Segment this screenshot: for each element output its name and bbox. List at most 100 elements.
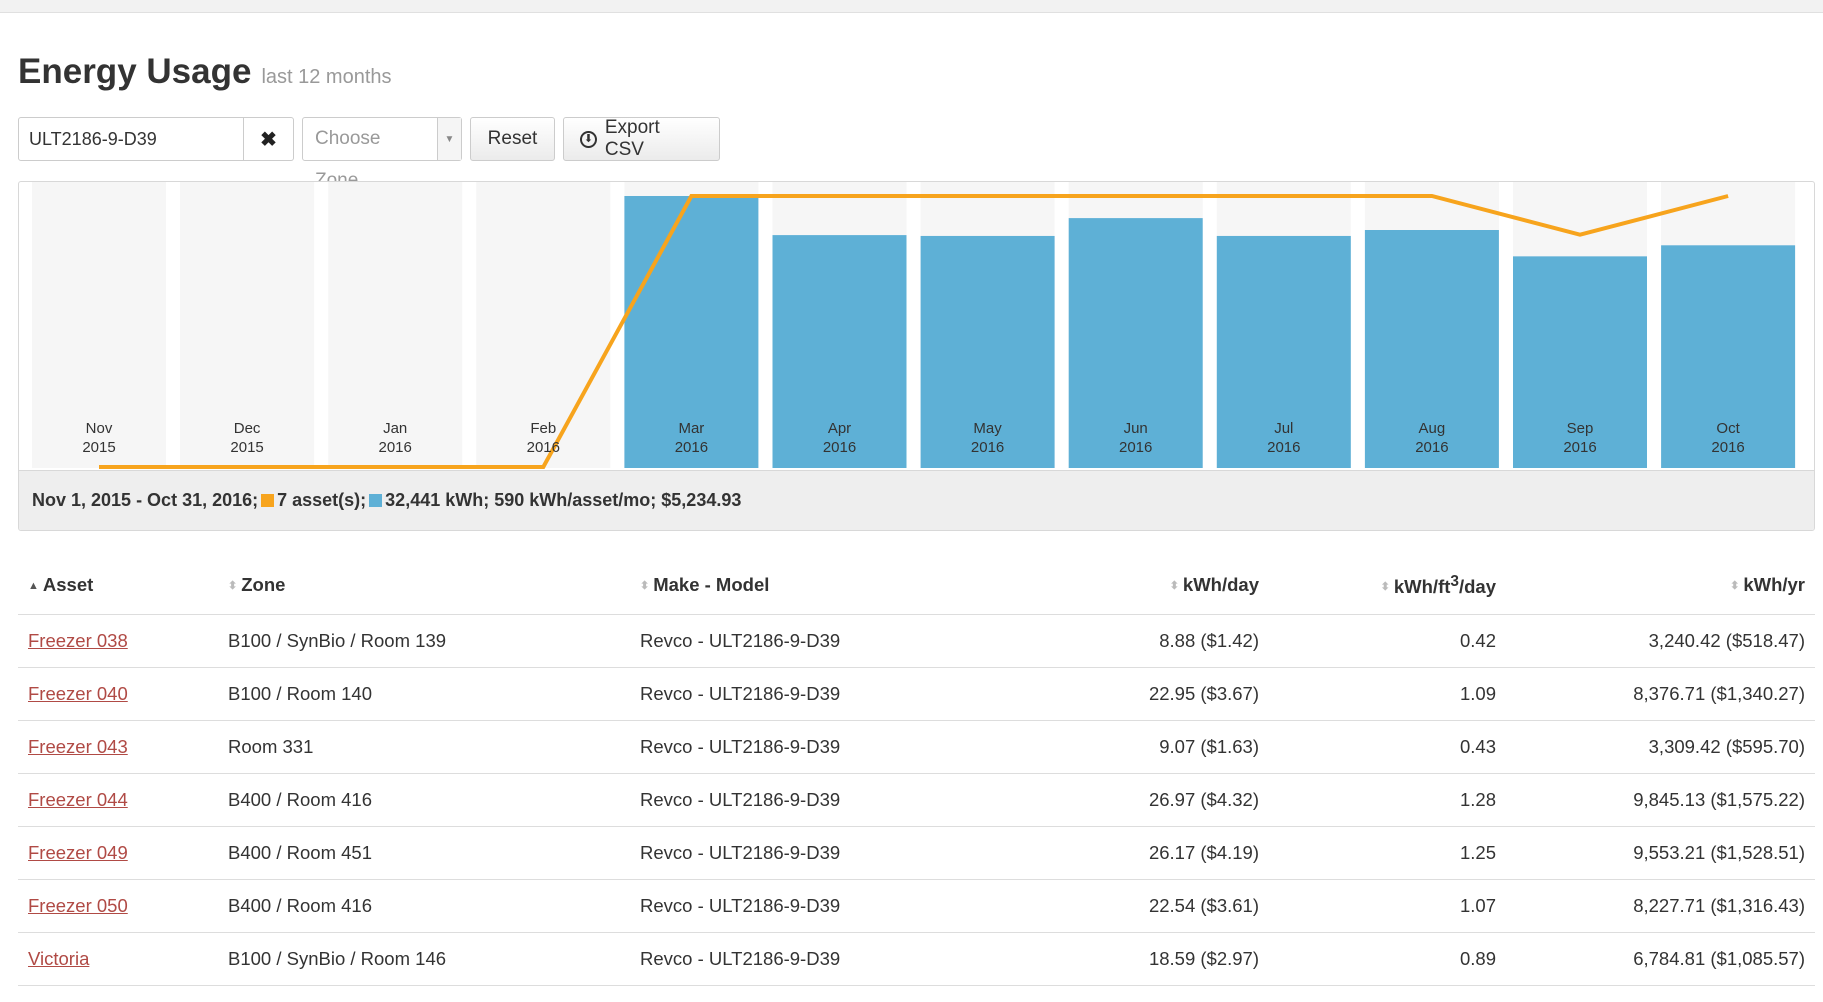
export-csv-button[interactable]: ⬇ Export CSV — [563, 117, 720, 161]
zone-select-placeholder: Choose Zone — [315, 128, 381, 191]
table-row: Freezer 038 B100 / SynBio / Room 139 Revco… — [18, 614, 1815, 668]
kwh-ft3-day-cell: 0.42 — [1259, 614, 1496, 668]
chart-x-tick-month: Sep — [1567, 420, 1594, 437]
kwh-day-cell: 18.59 ($2.97) — [1044, 932, 1259, 986]
make-model-cell: Revco - ULT2186-9-D39 — [640, 932, 1044, 986]
reset-button-label: Reset — [487, 128, 538, 149]
kwh-ft3-day-cell: 1.25 — [1259, 826, 1496, 880]
zone-cell: B100 / SynBio / Room 139 — [228, 614, 640, 668]
kwh-ft3-day-cell: 1.07 — [1259, 879, 1496, 933]
sort-asc-icon: ▲ — [28, 579, 39, 592]
chart-x-tick-month: Mar — [678, 420, 704, 437]
kwh-ft3-day-cell: 0.89 — [1259, 932, 1496, 986]
zone-cell: B400 / Room 416 — [228, 879, 640, 933]
sort-icon: ⬍ — [1730, 579, 1740, 592]
asset-link[interactable]: Freezer 038 — [28, 630, 128, 651]
column-header-zone[interactable]: ⬍ Zone — [228, 557, 640, 615]
kwh-ft3-day-cell: 0.43 — [1259, 720, 1496, 774]
kwh-day-cell: 9.07 ($1.63) — [1044, 720, 1259, 774]
zone-cell: Room 331 — [228, 720, 640, 774]
column-header-zone-label: Zone — [241, 574, 286, 596]
asset-cell: Freezer 050 — [18, 879, 228, 933]
asset-table-container: ▲ Asset ⬍ Zone ⬍ Make - Model ⬍ kWh/day ⬍ kWh… — [18, 557, 1815, 986]
asset-cell: Freezer 043 — [18, 720, 228, 774]
chart-x-tick-year: 2016 — [823, 439, 856, 456]
kwh-day-cell: 26.17 ($4.19) — [1044, 826, 1259, 880]
chart-x-tick-year: 2016 — [1267, 439, 1300, 456]
zone-cell: B100 / SynBio / Room 146 — [228, 932, 640, 986]
kwh-yr-cell: 3,240.42 ($518.47) — [1496, 614, 1815, 668]
column-header-kwh-ft3-day[interactable]: ⬍ kWh/ft3/day — [1259, 557, 1496, 615]
energy-chart-panel: Nov 2015 Dec 2015 Jan 2016 Feb 2016 Mar 2016 Apr 20… — [18, 181, 1815, 531]
reset-button[interactable]: Reset — [470, 117, 555, 161]
chart-x-tick-month: Aug — [1419, 420, 1446, 437]
chart-x-tick-month: Jul — [1274, 420, 1293, 437]
column-header-kwh-yr-label: kWh/yr — [1743, 574, 1805, 596]
column-header-kwh-ft-sup: 3 — [1450, 572, 1459, 590]
page-title: Energy Usage — [18, 52, 252, 91]
asset-link[interactable]: Victoria — [28, 948, 89, 969]
asset-cell: Freezer 040 — [18, 667, 228, 721]
page-header: Energy Usage last 12 months — [18, 52, 392, 102]
asset-cell: Victoria — [18, 932, 228, 986]
asset-link[interactable]: Freezer 050 — [28, 895, 128, 916]
make-model-cell: Revco - ULT2186-9-D39 — [640, 773, 1044, 827]
chart-x-tick-month: May — [973, 420, 1002, 437]
zone-cell: B400 / Room 416 — [228, 773, 640, 827]
clear-filter-button[interactable]: ✖ — [244, 117, 294, 161]
column-header-kwh-day-label: kWh/day — [1182, 574, 1259, 596]
column-header-model-label: Make - Model — [653, 574, 770, 596]
table-header-row: ▲ Asset ⬍ Zone ⬍ Make - Model ⬍ kWh/day ⬍ kWh… — [18, 557, 1815, 615]
kwh-yr-cell: 9,845.13 ($1,575.22) — [1496, 773, 1815, 827]
kwh-day-cell: 22.54 ($3.61) — [1044, 879, 1259, 933]
table-row: Freezer 040 B100 / Room 140 Revco - ULT218… — [18, 667, 1815, 721]
asset-cell: Freezer 049 — [18, 826, 228, 880]
column-header-make-model[interactable]: ⬍ Make - Model — [640, 557, 1044, 615]
asset-cell: Freezer 044 — [18, 773, 228, 827]
asset-link[interactable]: Freezer 040 — [28, 683, 128, 704]
chart-x-tick-month: Dec — [234, 420, 261, 437]
table-row: Freezer 050 B400 / Room 416 Revco - ULT218… — [18, 879, 1815, 933]
make-model-cell: Revco - ULT2186-9-D39 — [640, 614, 1044, 668]
chart-x-tick-month: Jan — [383, 420, 407, 437]
legend-kwh-swatch — [369, 494, 383, 507]
asset-table: ▲ Asset ⬍ Zone ⬍ Make - Model ⬍ kWh/day ⬍ kWh… — [18, 557, 1815, 986]
summary-totals: 32,441 kWh; 590 kWh/asset/mo; $5,234.93 — [385, 490, 742, 510]
summary-date-range: Nov 1, 2015 - Oct 31, 2016; — [32, 490, 259, 510]
chart-x-tick-year: 2016 — [527, 439, 560, 456]
kwh-yr-cell: 8,376.71 ($1,340.27) — [1496, 667, 1815, 721]
column-header-kwh-yr[interactable]: ⬍ kWh/yr — [1496, 557, 1815, 615]
asset-filter-input[interactable] — [18, 117, 244, 161]
chart-x-tick-month: Feb — [530, 420, 556, 437]
sort-icon: ⬍ — [228, 579, 238, 592]
chart-x-tick-month: Oct — [1716, 420, 1740, 437]
make-model-cell: Revco - ULT2186-9-D39 — [640, 879, 1044, 933]
column-header-kwh-day[interactable]: ⬍ kWh/day — [1044, 557, 1259, 615]
zone-cell: B100 / Room 140 — [228, 667, 640, 721]
asset-cell: Freezer 038 — [18, 614, 228, 668]
asset-link[interactable]: Freezer 044 — [28, 789, 128, 810]
chart-x-tick-month: Nov — [86, 420, 113, 437]
chevron-down-icon[interactable]: ▼ — [437, 118, 461, 160]
chart-x-tick-year: 2016 — [675, 439, 708, 456]
column-header-asset-label: Asset — [42, 574, 94, 596]
chart-x-tick-year: 2016 — [971, 439, 1004, 456]
chart-x-tick-year: 2016 — [1415, 439, 1448, 456]
kwh-yr-cell: 8,227.71 ($1,316.43) — [1496, 879, 1815, 933]
kwh-ft3-day-cell: 1.09 — [1259, 667, 1496, 721]
zone-select[interactable]: Choose Zone ▼ — [302, 117, 462, 191]
table-row: Freezer 043 Room 331 Revco - ULT2186-9-D39… — [18, 720, 1815, 774]
table-row: Victoria B100 / SynBio / Room 146 Revco - … — [18, 932, 1815, 986]
kwh-day-cell: 22.95 ($3.67) — [1044, 667, 1259, 721]
column-header-kwh-ft-suffix: /day — [1458, 575, 1496, 597]
chart-x-tick-year: 2016 — [1119, 439, 1152, 456]
asset-link[interactable]: Freezer 049 — [28, 842, 128, 863]
sort-icon: ⬍ — [1380, 581, 1390, 594]
page-subtitle: last 12 months — [261, 66, 392, 88]
asset-table-body: Freezer 038 B100 / SynBio / Room 139 Revco… — [18, 614, 1815, 986]
column-header-asset[interactable]: ▲ Asset — [18, 557, 228, 615]
asset-link[interactable]: Freezer 043 — [28, 736, 128, 757]
kwh-day-cell: 26.97 ($4.32) — [1044, 773, 1259, 827]
download-icon: ⬇ — [580, 130, 597, 148]
zone-cell: B400 / Room 451 — [228, 826, 640, 880]
